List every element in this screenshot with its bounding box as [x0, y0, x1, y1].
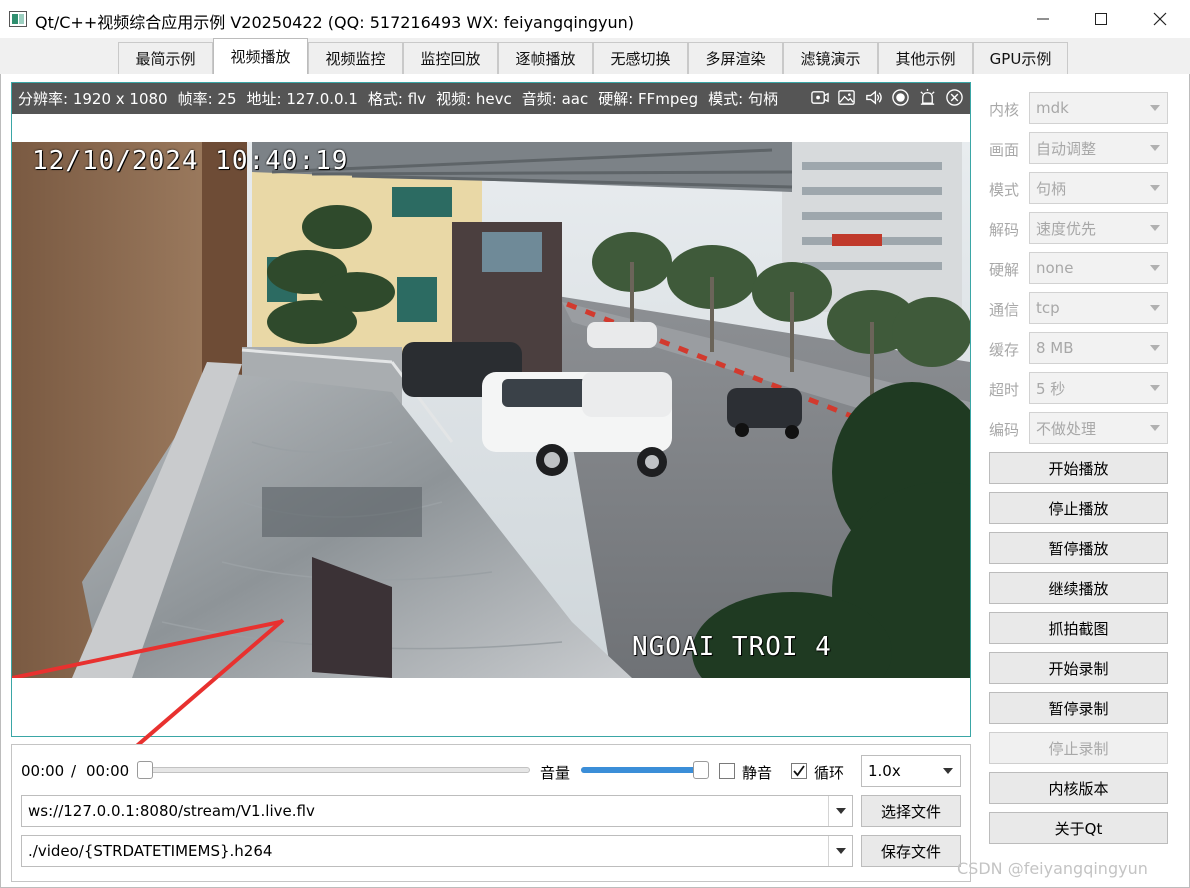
chevron-down-icon — [1143, 213, 1167, 243]
chevron-down-icon — [1143, 293, 1167, 323]
setting-transport-value: tcp — [1036, 299, 1060, 317]
chevron-down-icon — [1143, 333, 1167, 363]
time-separator: / — [71, 762, 77, 780]
progress-handle[interactable] — [137, 761, 153, 779]
pause-play-button[interactable]: 暂停播放 — [989, 532, 1168, 564]
setting-decode-value: 速度优先 — [1036, 219, 1097, 238]
setting-mode-select[interactable]: 句柄 — [1029, 172, 1168, 204]
url-value: ws://127.0.0.1:8080/stream/V1.live.flv — [28, 802, 315, 820]
resume-play-button[interactable]: 继续播放 — [989, 572, 1168, 604]
volume-label: 音量 — [540, 764, 571, 782]
setting-label-core: 内核 — [989, 101, 1020, 119]
save-path-value: ./video/{STRDATETIMEMS}.h264 — [28, 842, 273, 860]
progress-slider[interactable] — [146, 767, 530, 773]
chevron-down-icon — [1143, 413, 1167, 443]
save-path-combobox[interactable]: ./video/{STRDATETIMEMS}.h264 — [21, 835, 853, 867]
tab-video-play[interactable]: 视频播放 — [213, 38, 308, 74]
chevron-down-icon — [1143, 253, 1167, 283]
loop-checkbox[interactable] — [791, 763, 807, 779]
setting-label-hwdecode: 硬解 — [989, 261, 1020, 279]
about-qt-button[interactable]: 关于Qt — [989, 812, 1168, 844]
check-icon — [793, 765, 805, 777]
chevron-down-icon[interactable] — [828, 836, 852, 866]
start-record-button[interactable]: 开始录制 — [989, 652, 1168, 684]
chevron-down-icon — [1143, 93, 1167, 123]
setting-label-cache: 缓存 — [989, 341, 1020, 359]
speed-select[interactable]: 1.0x — [861, 755, 961, 787]
setting-encode-select[interactable]: 不做处理 — [1029, 412, 1168, 444]
select-file-button[interactable]: 选择文件 — [861, 795, 961, 827]
setting-label-encode: 编码 — [989, 421, 1020, 439]
setting-picture-select[interactable]: 自动调整 — [1029, 132, 1168, 164]
chevron-down-icon — [1143, 173, 1167, 203]
setting-timeout-select[interactable]: 5 秒 — [1029, 372, 1168, 404]
setting-label-picture: 画面 — [989, 141, 1020, 159]
setting-mode-value: 句柄 — [1036, 179, 1067, 198]
chevron-down-icon — [1143, 133, 1167, 163]
setting-cache-select[interactable]: 8 MB — [1029, 332, 1168, 364]
setting-hwdecode-value: none — [1036, 259, 1074, 277]
setting-cache-value: 8 MB — [1036, 339, 1074, 357]
start-play-button[interactable]: 开始播放 — [989, 452, 1168, 484]
setting-label-timeout: 超时 — [989, 381, 1020, 399]
setting-core-select[interactable]: mdk — [1029, 92, 1168, 124]
setting-label-transport: 通信 — [989, 301, 1020, 319]
setting-hwdecode-select[interactable]: none — [1029, 252, 1168, 284]
chevron-down-icon — [936, 756, 960, 786]
core-version-button[interactable]: 内核版本 — [989, 772, 1168, 804]
speed-value: 1.0x — [868, 762, 901, 780]
setting-core-value: mdk — [1036, 99, 1069, 117]
current-time: 00:00 — [21, 762, 65, 780]
chevron-down-icon[interactable] — [828, 796, 852, 826]
volume-handle[interactable] — [693, 761, 709, 779]
watermark: CSDN @feiyangqingyun — [957, 859, 1148, 878]
snapshot-button[interactable]: 抓拍截图 — [989, 612, 1168, 644]
total-time: 00:00 — [86, 762, 130, 780]
setting-label-decode: 解码 — [989, 221, 1020, 239]
setting-encode-value: 不做处理 — [1036, 419, 1097, 438]
volume-fill — [581, 767, 701, 773]
setting-timeout-value: 5 秒 — [1036, 379, 1066, 398]
stop-record-button[interactable]: 停止录制 — [989, 732, 1168, 764]
pause-record-button[interactable]: 暂停录制 — [989, 692, 1168, 724]
save-file-button[interactable]: 保存文件 — [861, 835, 961, 867]
setting-decode-select[interactable]: 速度优先 — [1029, 212, 1168, 244]
mute-label: 静音 — [742, 764, 773, 782]
chevron-down-icon — [1143, 373, 1167, 403]
mute-checkbox[interactable] — [719, 763, 735, 779]
setting-transport-select[interactable]: tcp — [1029, 292, 1168, 324]
setting-label-mode: 模式 — [989, 181, 1020, 199]
setting-picture-value: 自动调整 — [1036, 139, 1097, 158]
loop-label: 循环 — [814, 764, 845, 782]
url-combobox[interactable]: ws://127.0.0.1:8080/stream/V1.live.flv — [21, 795, 853, 827]
stop-play-button[interactable]: 停止播放 — [989, 492, 1168, 524]
